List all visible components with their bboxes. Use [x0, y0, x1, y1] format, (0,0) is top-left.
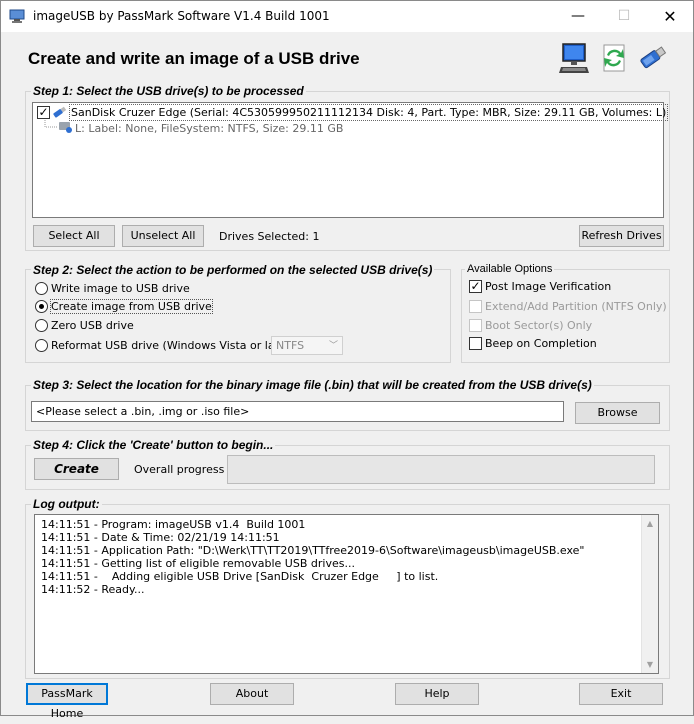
- beep-checkbox[interactable]: [469, 337, 482, 350]
- drives-selected-count: Drives Selected: 1: [219, 230, 320, 243]
- main-window: imageUSB by PassMark Software V1.4 Build…: [0, 0, 694, 720]
- window-title: imageUSB by PassMark Software V1.4 Build…: [33, 9, 330, 23]
- passmark-home-button[interactable]: PassMark Home: [26, 683, 108, 720]
- page-title: Create and write an image of a USB drive: [28, 49, 360, 68]
- reformat-drive-radio[interactable]: [35, 339, 48, 352]
- scroll-down-icon[interactable]: ▼: [642, 656, 658, 673]
- beep-label[interactable]: Beep on Completion: [485, 337, 597, 350]
- log-line: 14:11:52 - Ready...: [41, 583, 145, 596]
- drive-item[interactable]: SanDisk Cruzer Edge (Serial: 4C530599950…: [69, 104, 669, 121]
- about-button[interactable]: About: [210, 683, 294, 705]
- log-line: 14:11:51 - Adding eligible USB Drive [Sa…: [41, 570, 439, 583]
- help-button[interactable]: Help: [395, 683, 479, 705]
- usb-drive-icon: [53, 106, 67, 118]
- log-line: 14:11:51 - Program: imageUSB v1.4 Build …: [41, 518, 306, 531]
- scroll-up-icon[interactable]: ▲: [642, 515, 658, 532]
- volume-item[interactable]: L: Label: None, FileSystem: NTFS, Size: …: [75, 122, 343, 135]
- tree-connector-icon: [44, 120, 72, 133]
- create-button[interactable]: Create: [34, 458, 119, 480]
- log-line: 14:11:51 - Application Path: "D:\Werk\TT…: [41, 544, 585, 557]
- step4-label: Step 4: Click the 'Create' button to beg…: [31, 438, 276, 452]
- close-button[interactable]: ✕: [647, 1, 693, 32]
- extend-partition-checkbox[interactable]: [469, 300, 482, 313]
- log-output[interactable]: 14:11:51 - Program: imageUSB v1.4 Build …: [34, 514, 659, 674]
- available-options-label: Available Options: [465, 263, 555, 275]
- log-line: 14:11:51 - Date & Time: 02/21/19 14:11:5…: [41, 531, 280, 544]
- zero-drive-label[interactable]: Zero USB drive: [51, 319, 134, 332]
- step2-label: Step 2: Select the action to be performe…: [31, 263, 435, 277]
- unselect-all-button[interactable]: Unselect All: [122, 225, 204, 247]
- post-verification-label[interactable]: Post Image Verification: [485, 280, 611, 293]
- exit-button[interactable]: Exit: [579, 683, 663, 705]
- app-icon: [9, 9, 25, 23]
- progress-label: Overall progress: [134, 463, 225, 476]
- refresh-arrows-icon: [603, 44, 625, 72]
- refresh-drives-button[interactable]: Refresh Drives: [579, 225, 664, 247]
- extend-partition-label[interactable]: Extend/Add Partition (NTFS Only): [485, 300, 667, 313]
- write-image-label[interactable]: Write image to USB drive: [51, 282, 190, 295]
- zero-drive-radio[interactable]: [35, 319, 48, 332]
- boot-sector-checkbox[interactable]: [469, 319, 482, 332]
- filesystem-select[interactable]: NTFS ﹀: [271, 336, 343, 355]
- browse-button[interactable]: Browse: [575, 402, 660, 424]
- chevron-down-icon: ﹀: [328, 341, 338, 351]
- drive-list[interactable]: ✓ SanDisk Cruzer Edge (Serial: 4C5305999…: [32, 102, 669, 218]
- step1-label: Step 1: Select the USB drive(s) to be pr…: [31, 84, 306, 98]
- create-image-radio[interactable]: [35, 300, 48, 313]
- reformat-drive-label[interactable]: Reformat USB drive (Windows Vista or lat…: [51, 339, 294, 352]
- log-line: 14:11:51 - Getting list of eligible remo…: [41, 557, 355, 570]
- step3-label: Step 3: Select the location for the bina…: [31, 378, 594, 392]
- title-bar[interactable]: imageUSB by PassMark Software V1.4 Build…: [1, 1, 693, 32]
- post-verification-checkbox[interactable]: ✓: [469, 280, 482, 293]
- write-image-radio[interactable]: [35, 282, 48, 295]
- log-label: Log output:: [31, 497, 102, 511]
- create-image-label[interactable]: Create image from USB drive: [50, 299, 213, 314]
- image-file-input[interactable]: <Please select a .bin, .img or .iso file…: [31, 401, 564, 422]
- usb-drive-icon: [640, 46, 667, 69]
- overall-progress-bar: [227, 455, 655, 484]
- boot-sector-label[interactable]: Boot Sector(s) Only: [485, 319, 592, 332]
- minimize-button[interactable]: —: [555, 1, 601, 32]
- computer-icon: [559, 43, 589, 73]
- maximize-button[interactable]: ☐: [601, 1, 647, 32]
- select-all-button[interactable]: Select All: [33, 225, 115, 247]
- drive-checkbox[interactable]: ✓: [37, 106, 50, 119]
- log-scrollbar[interactable]: ▲ ▼: [641, 515, 658, 673]
